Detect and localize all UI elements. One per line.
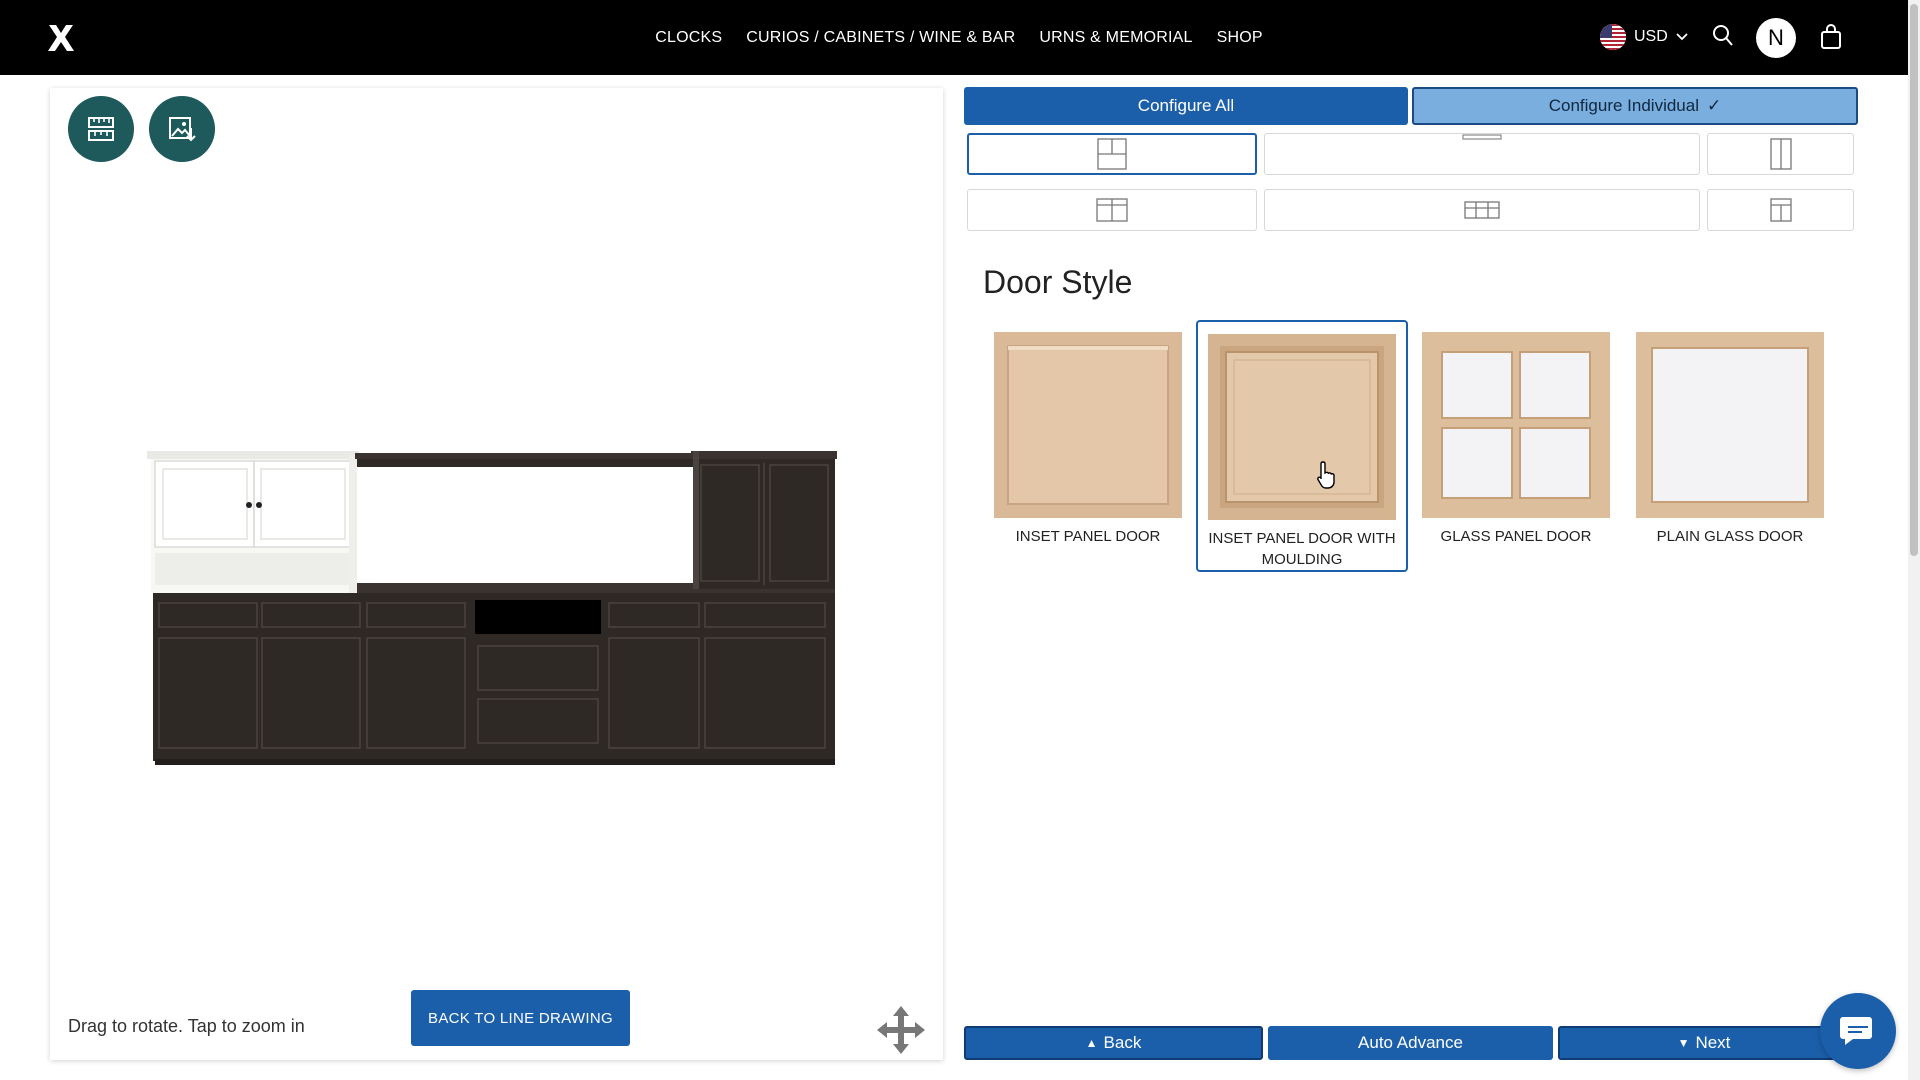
- chat-widget-button[interactable]: [1820, 993, 1896, 1069]
- save-image-button[interactable]: [149, 96, 215, 162]
- media-console-icon: [1464, 201, 1500, 219]
- site-header: CLOCKS CURIOS / CABINETS / WINE & BAR UR…: [0, 0, 1908, 75]
- avatar-letter: N: [1768, 25, 1784, 50]
- unit-selector-4[interactable]: [967, 189, 1257, 231]
- base-cabinet-icon: [1096, 198, 1128, 222]
- configure-individual-label: Configure Individual: [1548, 96, 1699, 115]
- currency-label: USD: [1634, 28, 1668, 45]
- user-avatar[interactable]: N: [1756, 18, 1796, 58]
- auto-advance-label: Auto Advance: [1358, 1033, 1463, 1052]
- door-option-inset-panel-moulding[interactable]: INSET PANEL DOOR WITH MOULDING: [1196, 320, 1408, 572]
- configure-individual-button[interactable]: Configure Individual ✓: [1412, 87, 1858, 125]
- move-arrows-icon[interactable]: [875, 1004, 927, 1056]
- door-option-glass-panel[interactable]: GLASS PANEL DOOR: [1410, 320, 1622, 572]
- next-button[interactable]: ▼ Next: [1558, 1026, 1850, 1060]
- cabinet-unit-icon: [1097, 138, 1127, 170]
- unit-selector-6[interactable]: [1707, 189, 1854, 231]
- us-flag-icon: [1600, 24, 1626, 50]
- door-label: INSET PANEL DOOR WITH MOULDING: [1208, 530, 1396, 568]
- nav-urns-memorial[interactable]: URNS & MEMORIAL: [1039, 29, 1192, 47]
- measure-button[interactable]: [68, 96, 134, 162]
- back-button[interactable]: ▲ Back: [964, 1026, 1263, 1060]
- unit-selector-5[interactable]: [1264, 189, 1700, 231]
- nav-clocks[interactable]: CLOCKS: [655, 29, 722, 47]
- end-cabinet-icon: [1769, 198, 1792, 222]
- auto-advance-button[interactable]: Auto Advance: [1268, 1026, 1553, 1060]
- door-option-plain-glass[interactable]: PLAIN GLASS DOOR: [1624, 320, 1836, 572]
- bridge-unit-icon: [1462, 134, 1502, 140]
- nav-curios-cabinets[interactable]: CURIOS / CABINETS / WINE & BAR: [746, 29, 1015, 47]
- glass-panel-door-swatch: [1422, 332, 1610, 518]
- nav-shop[interactable]: SHOP: [1217, 29, 1263, 47]
- back-label: Back: [1103, 1033, 1142, 1052]
- configure-all-button[interactable]: Configure All: [964, 87, 1408, 125]
- down-triangle-icon: ▼: [1677, 1036, 1690, 1050]
- door-label: PLAIN GLASS DOOR: [1656, 528, 1804, 545]
- hand-cursor-icon: [1317, 461, 1335, 489]
- save-image-icon: [169, 117, 196, 142]
- next-label: Next: [1695, 1033, 1731, 1052]
- inset-panel-moulding-door-swatch: [1208, 334, 1396, 520]
- measure-icon: [88, 117, 114, 141]
- chat-bubble-icon: [1840, 1017, 1872, 1045]
- search-icon[interactable]: [1712, 24, 1734, 48]
- door-label: GLASS PANEL DOOR: [1440, 528, 1592, 545]
- inset-panel-door-swatch: [994, 332, 1182, 518]
- door-style-title: Door Style: [983, 264, 1133, 300]
- cart-icon[interactable]: [1820, 24, 1842, 50]
- scrollbar-thumb[interactable]: [1910, 4, 1918, 556]
- door-option-inset-panel[interactable]: INSET PANEL DOOR: [982, 320, 1194, 572]
- chevron-down-icon: [1676, 33, 1688, 41]
- configure-all-label: Configure All: [1137, 96, 1235, 115]
- back-to-line-drawing-button[interactable]: BACK TO LINE DRAWING: [411, 990, 630, 1046]
- product-viewer[interactable]: Drag to rotate. Tap to zoom in BACK TO L…: [50, 88, 943, 1060]
- check-icon: ✓: [1707, 96, 1722, 115]
- unit-selector-2[interactable]: [1264, 133, 1700, 175]
- currency-selector[interactable]: USD: [1600, 24, 1688, 50]
- unit-selector-1[interactable]: [967, 133, 1257, 175]
- page-scrollbar[interactable]: [1908, 0, 1920, 1080]
- door-label: INSET PANEL DOOR: [1015, 528, 1161, 545]
- cabinet-render[interactable]: [145, 363, 845, 783]
- up-triangle-icon: ▲: [1085, 1036, 1098, 1050]
- unit-selector-3[interactable]: [1707, 133, 1854, 175]
- tall-cabinet-icon: [1769, 138, 1792, 170]
- plain-glass-door-swatch: [1636, 332, 1824, 518]
- viewer-instructions: Drag to rotate. Tap to zoom in: [68, 1016, 305, 1036]
